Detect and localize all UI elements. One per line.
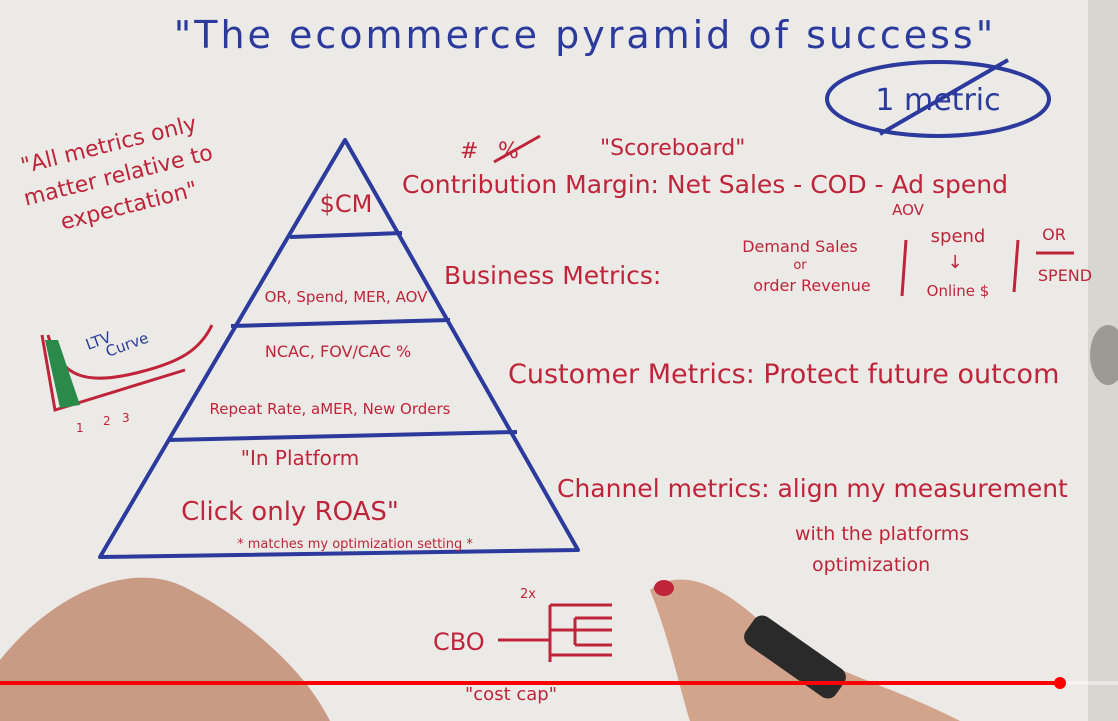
svg-text:Online $: Online $ (927, 282, 990, 300)
tier-4a: "In Platform (241, 446, 359, 470)
video-progress-bar[interactable] (0, 677, 1118, 689)
tier-4c: * matches my optimization setting * (237, 537, 473, 552)
svg-text:optimization: optimization (812, 554, 930, 576)
svg-text:2x: 2x (520, 587, 536, 602)
video-scrubber-handle[interactable] (1053, 677, 1066, 689)
svg-text:OR: OR (1042, 225, 1066, 244)
svg-text:spend: spend (931, 226, 986, 247)
svg-text:order Revenue: order Revenue (753, 276, 870, 295)
contribution-margin: Contribution Margin: Net Sales - COD - A… (402, 170, 1008, 199)
tier-3b: Repeat Rate, aMER, New Orders (210, 400, 451, 418)
svg-text:"Scoreboard": "Scoreboard" (600, 136, 745, 161)
scoreboard: # % "Scoreboard" (460, 134, 745, 164)
svg-text:"cost cap": "cost cap" (465, 684, 557, 705)
customer-metrics: Customer Metrics: Protect future outcom (508, 359, 1059, 390)
svg-text:Channel metrics: align my meas: Channel metrics: align my measurement (557, 474, 1068, 503)
svg-text:Demand Sales: Demand Sales (742, 237, 858, 256)
svg-text:CBO: CBO (433, 628, 485, 656)
svg-text:with the platforms: with the platforms (795, 523, 969, 545)
svg-text:1: 1 (76, 421, 84, 435)
tier-2: OR, Spend, MER, AOV (265, 288, 429, 306)
video-progress-fill (0, 681, 1060, 685)
svg-text:%: % (498, 139, 519, 164)
svg-text:SPEND: SPEND (1038, 266, 1092, 285)
svg-text:Business Metrics:: Business Metrics: (444, 261, 661, 290)
title: "The ecommerce pyramid of success" (174, 13, 996, 57)
svg-text:or: or (793, 258, 807, 273)
svg-text:2: 2 (103, 414, 111, 428)
svg-text:3: 3 (122, 411, 130, 425)
tier-4b: Click only ROAS" (181, 497, 399, 527)
tier-3a: NCAC, FOV/CAC % (265, 342, 411, 361)
tier-1: $CM (320, 190, 373, 218)
svg-text:#: # (460, 139, 478, 164)
svg-text:↓: ↓ (947, 252, 962, 273)
svg-text:AOV: AOV (892, 201, 925, 219)
whiteboard: "The ecommerce pyramid of success" 1 met… (0, 0, 1118, 721)
